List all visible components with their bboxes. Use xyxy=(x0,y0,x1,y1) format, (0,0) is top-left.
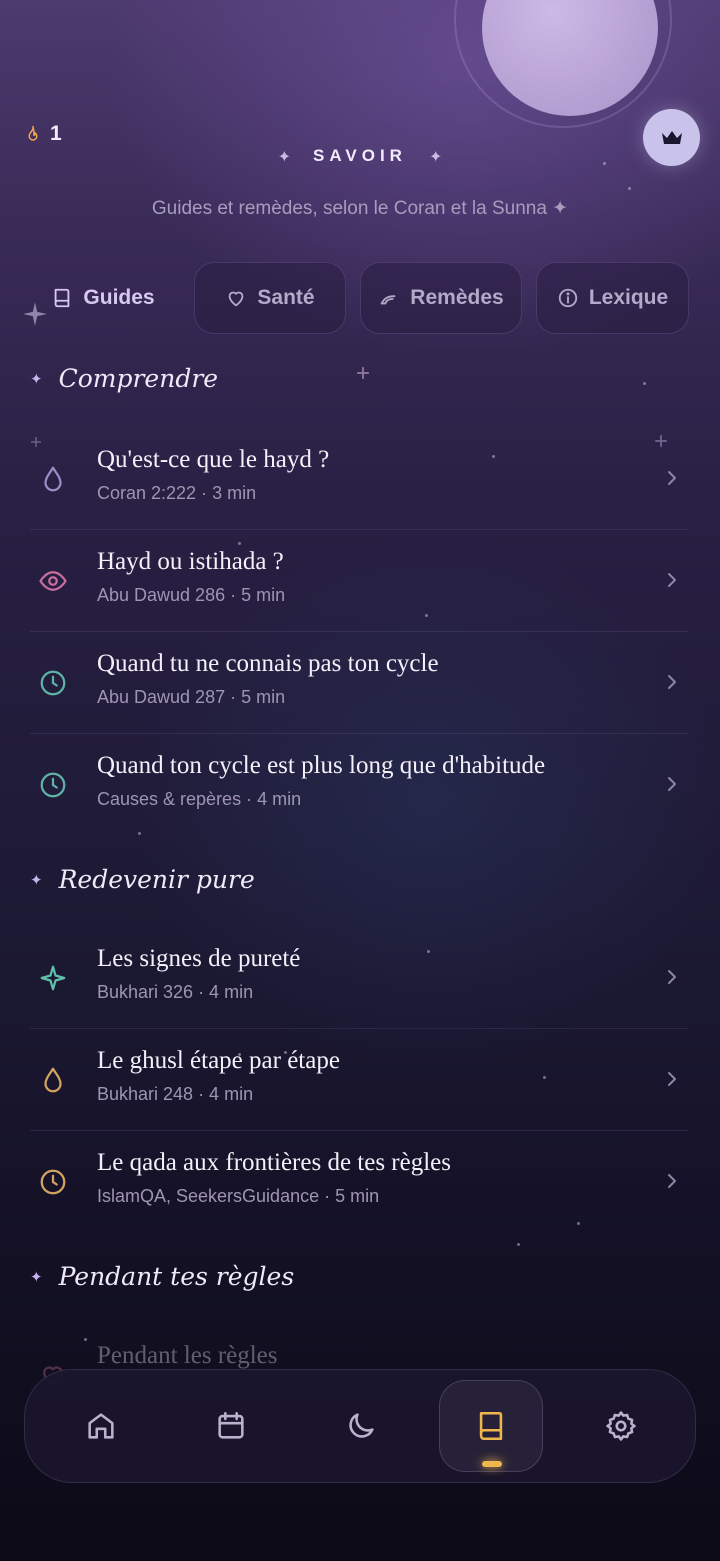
item-title: Hayd ou istihada ? xyxy=(97,548,284,575)
item-title: Quand tu ne connais pas ton cycle xyxy=(97,650,439,677)
item-subtitle: Causes & repères · 4 min xyxy=(97,789,302,809)
streak-counter: 1 xyxy=(24,122,62,146)
item-title: Les signes de pureté xyxy=(97,945,301,972)
nav-settings[interactable] xyxy=(569,1380,673,1472)
book-icon xyxy=(55,288,70,308)
section-header-comprendre: ✦ Comprendre xyxy=(30,364,218,393)
heart-icon xyxy=(229,291,244,307)
chevron-right-icon xyxy=(668,573,676,587)
tab-lexique[interactable]: Lexique xyxy=(536,262,689,334)
nav-moon[interactable] xyxy=(309,1380,413,1472)
item-subtitle: Bukhari 326 · 4 min xyxy=(97,982,254,1002)
nav-home[interactable] xyxy=(49,1380,153,1472)
chevron-right-icon xyxy=(668,675,676,689)
list-item[interactable]: Qu'est-ce que le hayd ? Coran 2:222 · 3 … xyxy=(30,428,688,530)
category-tabs: Guides Santé Remèdes Lexique xyxy=(24,262,704,334)
list-item[interactable]: Le qada aux frontières de tes règles Isl… xyxy=(30,1131,688,1233)
item-subtitle: Bukhari 248 · 4 min xyxy=(97,1084,254,1104)
item-subtitle: Coran 2:222 · 3 min xyxy=(97,483,257,503)
section-sparkle: ✦ xyxy=(30,1267,43,1286)
active-indicator xyxy=(482,1461,502,1467)
info-icon xyxy=(558,288,577,308)
flame-icon xyxy=(28,125,38,141)
section-sparkle: ✦ xyxy=(30,369,43,388)
tab-sante[interactable]: Santé xyxy=(194,262,346,334)
leaf-icon xyxy=(381,295,396,305)
list-item[interactable]: Le ghusl étape par étape Bukhari 248 · 4… xyxy=(30,1029,688,1131)
sparkle-decoration xyxy=(357,367,369,379)
clock-icon xyxy=(40,670,66,696)
chevron-right-icon xyxy=(668,1174,676,1188)
tab-label: Santé xyxy=(257,286,315,309)
section-title: Pendant tes règles xyxy=(58,1262,295,1291)
list-item[interactable]: Les signes de pureté Bukhari 326 · 4 min xyxy=(30,927,688,1029)
tab-label: Remèdes xyxy=(410,286,504,309)
clock-icon xyxy=(40,772,66,798)
tab-guides[interactable]: Guides xyxy=(38,262,168,334)
chevron-right-icon xyxy=(668,471,676,485)
section-sparkle: ✦ xyxy=(30,870,43,889)
page-header: ✦ SAVOIR ✦ xyxy=(0,146,720,166)
crown-icon xyxy=(661,130,682,144)
list-item[interactable]: Quand ton cycle est plus long que d'habi… xyxy=(30,734,688,836)
section-title: Comprendre xyxy=(58,364,219,393)
item-title: Pendant les règles xyxy=(97,1342,278,1369)
chevron-right-icon xyxy=(668,970,676,984)
section-header-pendant-tes-regles: ✦ Pendant tes règles xyxy=(30,1262,294,1291)
book-icon xyxy=(479,1411,503,1441)
page-title: SAVOIR xyxy=(313,146,407,165)
chevron-right-icon xyxy=(668,777,676,791)
item-subtitle: Abu Dawud 286 · 5 min xyxy=(97,585,286,605)
bottom-nav xyxy=(24,1369,696,1483)
drop-icon xyxy=(44,466,62,492)
item-subtitle: Abu Dawud 287 · 5 min xyxy=(97,687,286,707)
chevron-right-icon xyxy=(668,1072,676,1086)
clock-icon xyxy=(40,1169,66,1195)
item-title: Le qada aux frontières de tes règles xyxy=(97,1149,452,1176)
list-item[interactable]: Hayd ou istihada ? Abu Dawud 286 · 5 min xyxy=(30,530,688,632)
item-title: Qu'est-ce que le hayd ? xyxy=(97,446,330,473)
title-sparkle-right: ✦ xyxy=(428,146,443,166)
title-sparkle-left: ✦ xyxy=(277,146,292,166)
calendar-icon xyxy=(218,1411,244,1439)
tab-label: Lexique xyxy=(588,286,669,309)
item-title: Quand ton cycle est plus long que d'habi… xyxy=(97,752,546,779)
item-subtitle: IslamQA, SeekersGuidance · 5 min xyxy=(97,1186,380,1206)
moon-icon xyxy=(349,1413,374,1438)
nav-knowledge[interactable] xyxy=(439,1380,543,1472)
tab-remedes[interactable]: Remèdes xyxy=(360,262,522,334)
section-title: Redevenir pure xyxy=(58,865,255,894)
drop-icon xyxy=(44,1067,62,1093)
nav-calendar[interactable] xyxy=(179,1380,283,1472)
list-item[interactable]: Quand tu ne connais pas ton cycle Abu Da… xyxy=(30,632,688,734)
eye-icon xyxy=(39,571,67,591)
page-subtitle: Guides et remèdes, selon le Coran et la … xyxy=(151,198,569,219)
item-title: Le ghusl étape par étape xyxy=(97,1047,340,1074)
home-icon xyxy=(88,1413,114,1439)
section-header-redevenir-pure: ✦ Redevenir pure xyxy=(30,865,255,894)
tab-label: Guides xyxy=(83,286,155,309)
sparkle-icon xyxy=(40,965,66,991)
streak-count: 1 xyxy=(50,122,62,145)
gear-icon xyxy=(606,1411,636,1441)
